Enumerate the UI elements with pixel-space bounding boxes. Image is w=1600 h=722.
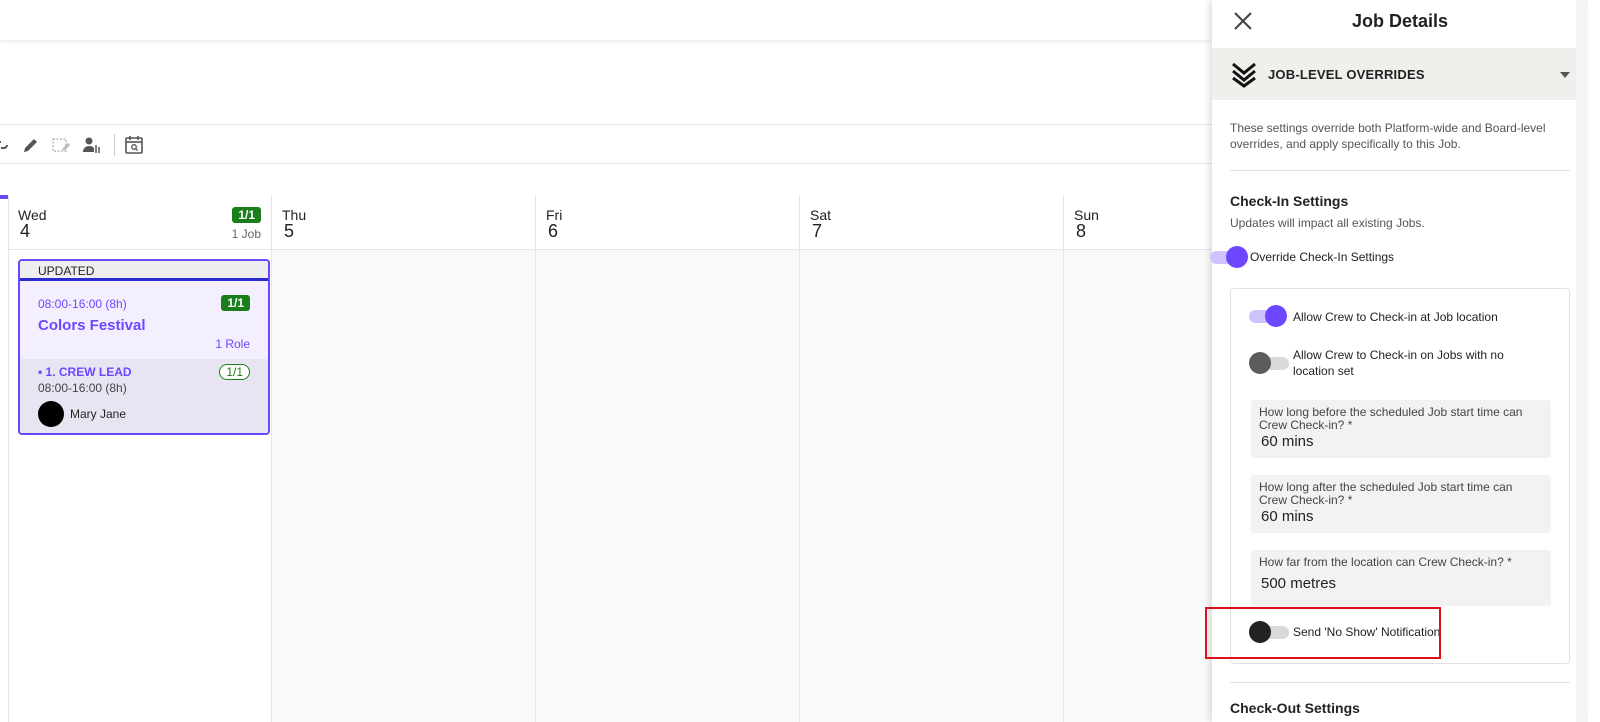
- job-card[interactable]: UPDATED 08:00-16:00 (8h) 1/1 Colors Fest…: [18, 259, 270, 435]
- override-check-in-toggle[interactable]: [1206, 246, 1248, 268]
- check-in-distance-field[interactable]: How far from the location can Crew Check…: [1251, 550, 1551, 606]
- panel-scrollbar[interactable]: [1576, 0, 1588, 722]
- chevron-down-icon: [1560, 72, 1570, 78]
- job-fill-badge: 1/1: [221, 295, 250, 311]
- header-band: [0, 41, 1212, 125]
- role-item[interactable]: • 1. CREW LEAD 1/1 08:00-16:00 (8h) Mary…: [20, 359, 268, 433]
- overrides-description: These settings override both Platform-wi…: [1230, 121, 1546, 151]
- divider: [1230, 682, 1570, 683]
- allow-no-location-check-in-label: Allow Crew to Check-in on Jobs with no l…: [1293, 348, 1504, 378]
- user-sort-icon[interactable]: [80, 134, 102, 156]
- fill-badge: 1/1: [232, 207, 261, 223]
- job-role-count: 1 Role: [215, 337, 250, 351]
- override-check-in-label: Override Check-In Settings: [1250, 250, 1395, 264]
- field-label: How far from the location can Crew Check…: [1259, 555, 1512, 569]
- job-count: 1 Job: [231, 227, 261, 241]
- field-value: 60 mins: [1261, 508, 1314, 525]
- field-value: 500 metres: [1261, 575, 1337, 592]
- calendar-left-border: [8, 195, 9, 722]
- day-column-sat[interactable]: [800, 250, 1064, 722]
- allow-no-location-check-in-toggle[interactable]: [1249, 352, 1291, 374]
- day-column-fri[interactable]: [536, 250, 800, 722]
- avatar: [38, 401, 64, 427]
- allow-location-check-in-label: Allow Crew to Check-in at Job location: [1293, 310, 1498, 324]
- day-number: 8: [1076, 221, 1087, 241]
- day-number: 4: [20, 221, 31, 241]
- field-value: 60 mins: [1261, 433, 1314, 450]
- toolbar-divider: [114, 133, 115, 156]
- divider: [1230, 170, 1570, 171]
- section-title: Check-In Settings: [1230, 193, 1349, 209]
- role-title: • 1. CREW LEAD: [38, 365, 132, 379]
- highlight-box: [1205, 607, 1441, 659]
- day-header-thu[interactable]: Thu 5: [272, 195, 536, 250]
- panel-title: Job Details: [1351, 11, 1449, 31]
- calendar-toolbar: [0, 126, 1212, 164]
- accordion-title: JOB-LEVEL OVERRIDES: [1268, 67, 1425, 82]
- job-level-overrides-accordion[interactable]: JOB-LEVEL OVERRIDES: [1212, 48, 1588, 100]
- field-label: How long before the scheduled Job start …: [1259, 405, 1523, 432]
- check-in-before-field[interactable]: How long before the scheduled Job start …: [1251, 400, 1551, 458]
- day-header-fri[interactable]: Fri 6: [536, 195, 800, 250]
- pencil-icon[interactable]: [20, 134, 42, 156]
- crew-name: Mary Jane: [70, 407, 127, 421]
- field-label: How long after the scheduled Job start t…: [1259, 480, 1513, 507]
- day-number: 6: [548, 221, 559, 241]
- check-in-after-field[interactable]: How long after the scheduled Job start t…: [1251, 475, 1551, 533]
- section-subtitle: Updates will impact all existing Jobs.: [1230, 216, 1425, 230]
- day-number: 5: [284, 221, 295, 241]
- job-title: Colors Festival: [38, 317, 146, 334]
- role-fill-badge: 1/1: [219, 364, 250, 380]
- link-icon[interactable]: [0, 134, 12, 156]
- day-header-sun[interactable]: Sun 8: [1064, 195, 1212, 250]
- job-time: 08:00-16:00 (8h): [38, 297, 127, 311]
- day-column-sun[interactable]: [1064, 250, 1212, 722]
- layers-chevron-icon: [1230, 60, 1258, 88]
- job-status-label: UPDATED: [20, 261, 268, 281]
- calendar-search-icon[interactable]: [123, 134, 145, 156]
- allow-location-check-in-toggle[interactable]: [1245, 305, 1287, 327]
- current-day-indicator: [0, 195, 8, 199]
- calendar-edit-icon[interactable]: [50, 134, 72, 156]
- role-time: 08:00-16:00 (8h): [38, 381, 127, 395]
- day-number: 7: [812, 221, 823, 241]
- day-header-sat[interactable]: Sat 7: [800, 195, 1064, 250]
- top-bar: [0, 0, 1212, 40]
- next-section-title: Check-Out Settings: [1230, 700, 1360, 716]
- day-header-wed[interactable]: Wed 4 1/1 1 Job: [8, 195, 272, 250]
- day-column-thu[interactable]: [272, 250, 536, 722]
